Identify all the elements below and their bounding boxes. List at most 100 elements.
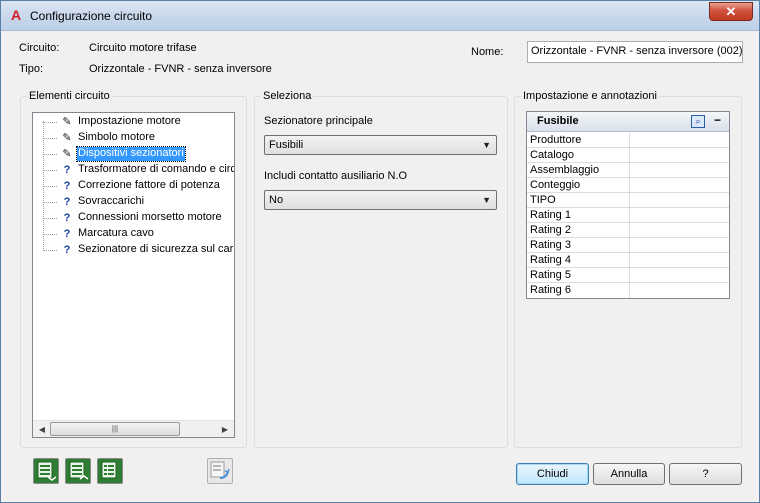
sezionatore-select[interactable]: Fusibili ▼ (264, 135, 497, 155)
tree-branch (43, 202, 57, 203)
insert-circuit-graphic (210, 461, 230, 479)
seleziona-title: Seleziona (261, 90, 314, 102)
question-icon: ? (63, 244, 71, 256)
circuito-value: Circuito motore trifase (89, 42, 197, 54)
sezionatore-label: Sezionatore principale (264, 115, 373, 127)
property-row[interactable]: TIPO (527, 193, 729, 208)
tree-item[interactable]: ✎ Simbolo motore (33, 130, 234, 146)
question-icon: ? (63, 180, 71, 192)
chevron-down-icon: ▼ (482, 140, 491, 150)
property-name: Rating 3 (530, 239, 571, 251)
tree-item-label: Sezionatore di sicurezza sul carico (78, 243, 235, 255)
property-row[interactable]: Rating 6 (527, 283, 729, 298)
nome-field[interactable]: Orizzontale - FVNR - senza inversore (00… (527, 41, 743, 63)
scroll-thumb[interactable]: ||| (50, 422, 180, 436)
property-name: Assemblaggio (530, 164, 600, 176)
tree-branch (43, 154, 57, 155)
tree-item[interactable]: ? Connessioni morsetto motore (33, 210, 234, 226)
dialog-window: A Configurazione circuito ✕ Circuito: Ci… (0, 0, 760, 503)
scroll-right-icon[interactable]: ▶ (218, 423, 232, 436)
question-icon: ? (63, 228, 71, 240)
help-button[interactable]: ? (669, 463, 742, 485)
column-divider (629, 253, 630, 268)
question-icon: ? (63, 196, 71, 208)
property-name: Catalogo (530, 149, 575, 161)
chiudi-button[interactable]: Chiudi (516, 463, 589, 485)
chevron-down-icon: ▼ (482, 195, 491, 205)
property-row[interactable]: Rating 4 (527, 253, 729, 268)
title-bar: A Configurazione circuito ✕ (1, 1, 759, 31)
tree-item[interactable]: ? Sezionatore di sicurezza sul carico (33, 242, 235, 258)
property-grid: Fusibile ⌕ − Produttore Catalogo Assembl… (526, 111, 730, 299)
save-config-graphic (37, 461, 57, 481)
tipo-value: Orizzontale - FVNR - senza inversore (89, 63, 272, 75)
pencil-icon: ✎ (62, 116, 72, 128)
horizontal-scrollbar[interactable]: ◀ ||| ▶ (33, 420, 234, 437)
column-divider (629, 148, 630, 163)
property-row[interactable]: Produttore (527, 133, 729, 148)
load-config-icon[interactable] (65, 458, 91, 484)
config-list-icon[interactable] (97, 458, 123, 484)
tree-item[interactable]: ? Marcatura cavo (33, 226, 234, 242)
tree-item[interactable]: ? Correzione fattore di potenza (33, 178, 234, 194)
contatto-value: No (269, 194, 284, 206)
pencil-icon: ✎ (62, 132, 72, 144)
tree-branch (43, 234, 57, 235)
window-title: Configurazione circuito (30, 9, 153, 23)
tree-item[interactable]: ? Trasformatore di comando e circuito (33, 162, 234, 178)
property-row[interactable]: Assemblaggio (527, 163, 729, 178)
column-divider (629, 283, 630, 298)
property-row[interactable]: Rating 2 (527, 223, 729, 238)
property-row[interactable]: Rating 3 (527, 238, 729, 253)
column-divider (629, 223, 630, 238)
property-grid-title: Fusibile (537, 115, 579, 127)
tree-branch (43, 138, 57, 139)
circuit-elements-tree[interactable]: ✎ Impostazione motore ✎ Simbolo motore ✎… (32, 112, 235, 438)
property-name: Produttore (530, 134, 582, 146)
tree-item-label: Connessioni morsetto motore (78, 211, 222, 223)
tree-branch (43, 250, 57, 251)
column-divider (629, 163, 630, 178)
tree-branch (43, 170, 57, 171)
tipo-label: Tipo: (19, 63, 44, 75)
tree-item-label: Marcatura cavo (78, 227, 154, 239)
lookup-icon[interactable]: ⌕ (691, 115, 705, 128)
insert-circuit-icon[interactable] (207, 458, 233, 484)
property-name: Rating 6 (530, 284, 571, 296)
annulla-button[interactable]: Annulla (593, 463, 665, 485)
property-name: Rating 4 (530, 254, 571, 266)
question-icon: ? (63, 212, 71, 224)
tree-item-label: Impostazione motore (78, 115, 181, 127)
property-row[interactable]: Conteggio (527, 178, 729, 193)
collapse-button[interactable]: − (714, 113, 721, 127)
tree-item-label: Correzione fattore di potenza (78, 179, 220, 191)
property-row[interactable]: Rating 1 (527, 208, 729, 223)
elementi-circuito-title: Elementi circuito (27, 90, 112, 102)
nome-label: Nome: (471, 46, 504, 58)
property-name: Rating 2 (530, 224, 571, 236)
tree-item[interactable]: ? Sovraccarichi (33, 194, 234, 210)
scroll-left-icon[interactable]: ◀ (35, 423, 49, 436)
column-divider (629, 193, 630, 208)
property-name: Conteggio (530, 179, 581, 191)
property-name: Rating 5 (530, 269, 571, 281)
tree-item-label: Sovraccarichi (78, 195, 145, 207)
save-config-icon[interactable] (33, 458, 59, 484)
contatto-select[interactable]: No ▼ (264, 190, 497, 210)
tree-branch (43, 122, 57, 123)
config-list-graphic (101, 461, 117, 479)
load-config-graphic (69, 461, 89, 480)
tree-item-selected[interactable]: ✎ Dispositivi sezionatori (33, 146, 234, 162)
close-button[interactable]: ✕ (709, 2, 753, 21)
impostazione-title: Impostazione e annotazioni (521, 90, 659, 102)
tree-item-label: Simbolo motore (78, 131, 156, 143)
contatto-label: Includi contatto ausiliario N.O (264, 170, 408, 182)
property-row[interactable]: Rating 5 (527, 268, 729, 283)
tree-item[interactable]: ✎ Impostazione motore (33, 114, 234, 130)
pencil-icon: ✎ (62, 148, 72, 160)
tree-branch (43, 186, 57, 187)
column-divider (629, 268, 630, 283)
question-icon: ? (63, 164, 71, 176)
property-grid-header: Fusibile ⌕ − (527, 112, 729, 132)
property-row[interactable]: Catalogo (527, 148, 729, 163)
